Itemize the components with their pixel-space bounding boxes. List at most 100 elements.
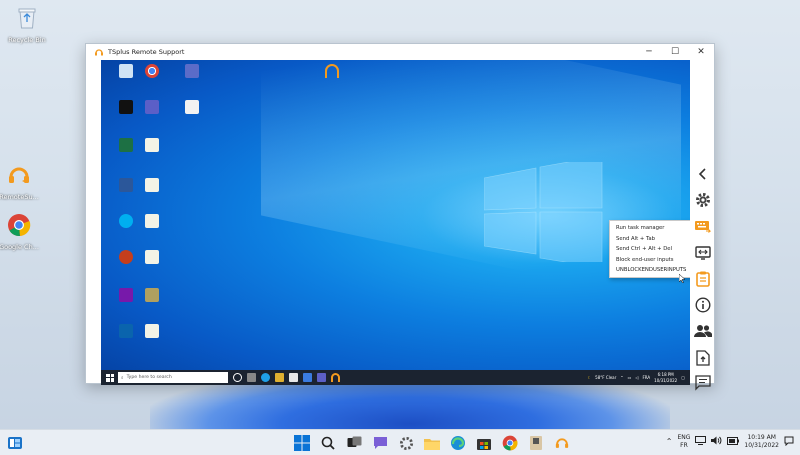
- app-installer-icon[interactable]: [526, 433, 546, 453]
- remote-icon-doc[interactable]: [133, 324, 171, 340]
- clock-time: 10:19 AM: [747, 434, 776, 441]
- maximize-button[interactable]: ☐: [662, 44, 688, 60]
- remote-search-placeholder: Type here to search: [126, 375, 172, 380]
- users-icon[interactable]: [693, 321, 713, 341]
- widgets-icon[interactable]: [7, 435, 23, 451]
- windows-logo-wallpaper: [484, 162, 603, 262]
- remote-start-icon[interactable]: [106, 373, 114, 382]
- info-icon[interactable]: [693, 295, 713, 315]
- document-icon: [145, 138, 159, 152]
- keyboard-icon[interactable]: [693, 217, 713, 237]
- store-icon[interactable]: [474, 433, 494, 453]
- input-language[interactable]: ENG FR: [677, 434, 690, 450]
- remote-teams-icon[interactable]: [317, 373, 326, 382]
- notification-bell-icon[interactable]: [784, 436, 794, 448]
- chrome-icon: [145, 64, 159, 78]
- clock-date: 10/31/2022: [744, 441, 779, 449]
- remote-icon-remote-support[interactable]: [313, 64, 351, 80]
- menu-item-block-inputs[interactable]: Block end-user inputs: [610, 255, 690, 266]
- menu-item-send-ctrl-alt-del[interactable]: Send Ctrl + Alt + Del: [610, 244, 690, 255]
- desktop-icon-label: Google Ch...: [0, 243, 39, 251]
- volume-icon[interactable]: ◁: [635, 375, 638, 380]
- remote-explorer-icon[interactable]: [275, 373, 284, 382]
- remote-desktop-view[interactable]: Run task manager Send Alt + Tab Send Ctr…: [101, 60, 690, 385]
- remote-task-view-icon[interactable]: [247, 373, 256, 382]
- tray-arrow-icon[interactable]: ⌃: [620, 375, 623, 380]
- battery-icon[interactable]: [727, 436, 740, 447]
- window-titlebar[interactable]: TSplus Remote Support ─ ☐ ✕: [86, 44, 714, 60]
- menu-item-unblock-inputs[interactable]: UNBLOCKENDUSERINPUTS: [610, 265, 690, 276]
- remote-search-box[interactable]: ⌕ Type here to search: [118, 372, 228, 383]
- excel-icon: [119, 138, 133, 152]
- remote-store-icon[interactable]: [289, 373, 298, 382]
- taskbar-apps: [292, 433, 572, 453]
- recycle-bin-icon: [119, 64, 133, 78]
- remote-icon-network[interactable]: [173, 64, 211, 80]
- edge-icon[interactable]: [448, 433, 468, 453]
- local-taskbar: ⌃ ENG FR 10:19 AM 10/31/2022: [0, 429, 800, 455]
- desktop-icon-label: Recycle Bin: [8, 36, 46, 44]
- document-icon: [145, 250, 159, 264]
- tsplus-remote-support-icon[interactable]: [552, 433, 572, 453]
- remote-icon-chrome[interactable]: [133, 64, 171, 80]
- desktop-icon-remote-support[interactable]: RemoteSu...: [0, 160, 54, 201]
- remote-system-tray: ☾ 58°F Clear ⌃ ▭ ◁ FRA 6:18 PM 10/31/202…: [588, 372, 690, 382]
- remote-icon-doc[interactable]: [133, 138, 171, 154]
- desktop-icon-recycle-bin[interactable]: Recycle Bin: [0, 3, 62, 44]
- network-icon: [185, 64, 199, 78]
- support-tools-panel: [691, 60, 715, 391]
- remote-taskbar: ⌕ Type here to search ☾ 58°F Clear ⌃ ▭ ◁…: [101, 370, 690, 385]
- close-button[interactable]: ✕: [688, 44, 714, 60]
- remote-tsplus-icon[interactable]: [331, 373, 340, 382]
- remote-cortana-icon[interactable]: [233, 373, 242, 382]
- desktop-icon-google-chrome[interactable]: Google Ch...: [0, 210, 54, 251]
- menu-item-run-task-manager[interactable]: Run task manager: [610, 223, 690, 234]
- screen-switch-icon[interactable]: [693, 243, 713, 263]
- lang-top: ENG: [677, 434, 691, 441]
- collapse-chevron-icon[interactable]: [693, 164, 713, 184]
- remote-date: 10/31/2022: [654, 377, 678, 383]
- chat-icon[interactable]: [693, 373, 713, 393]
- network-icon[interactable]: [695, 436, 707, 447]
- skype-icon: [119, 214, 133, 228]
- settings-gear-icon[interactable]: [396, 433, 416, 453]
- powerpoint-icon: [119, 250, 133, 264]
- remote-icon-doc[interactable]: [133, 178, 171, 194]
- remote-icon-archive[interactable]: [133, 288, 171, 304]
- remote-clock[interactable]: 6:18 PM 10/31/2022: [654, 372, 677, 382]
- notification-icon[interactable]: ▢: [681, 375, 685, 380]
- remote-icon-doc[interactable]: [133, 214, 171, 230]
- tsplus-logo-icon: [94, 47, 104, 57]
- settings-gear-icon[interactable]: [693, 190, 713, 210]
- chrome-icon[interactable]: [500, 433, 520, 453]
- document-icon: [145, 324, 159, 338]
- remote-icon-file[interactable]: [173, 100, 211, 116]
- remote-lang[interactable]: FRA: [643, 375, 651, 380]
- network-icon[interactable]: ▭: [628, 375, 632, 380]
- menu-item-send-alt-tab[interactable]: Send Alt + Tab: [610, 234, 690, 245]
- windows-start-icon[interactable]: [292, 433, 312, 453]
- remote-mail-icon[interactable]: [303, 373, 312, 382]
- teams-icon: [145, 100, 159, 114]
- file-icon: [185, 100, 199, 114]
- file-explorer-icon[interactable]: [422, 433, 442, 453]
- lang-bottom: FR: [680, 441, 688, 449]
- tray-overflow-icon[interactable]: ⌃: [666, 437, 673, 446]
- volume-icon[interactable]: [711, 436, 722, 447]
- remote-icon-teams[interactable]: [133, 100, 171, 116]
- word-icon: [119, 178, 133, 192]
- desktop-icon-label: RemoteSu...: [0, 193, 39, 201]
- recycle-bin-icon: [12, 3, 42, 33]
- remote-edge-icon[interactable]: [261, 373, 270, 382]
- task-view-icon[interactable]: [344, 433, 364, 453]
- minimize-button[interactable]: ─: [636, 44, 662, 60]
- search-icon[interactable]: [318, 433, 338, 453]
- file-upload-icon[interactable]: [693, 348, 713, 368]
- remote-icon-doc[interactable]: [133, 250, 171, 266]
- chat-app-icon[interactable]: [370, 433, 390, 453]
- document-icon: [145, 178, 159, 192]
- clipboard-icon[interactable]: [693, 269, 713, 289]
- system-clock[interactable]: 10:19 AM 10/31/2022: [744, 434, 779, 450]
- outlook-icon: [119, 324, 133, 338]
- document-icon: [145, 214, 159, 228]
